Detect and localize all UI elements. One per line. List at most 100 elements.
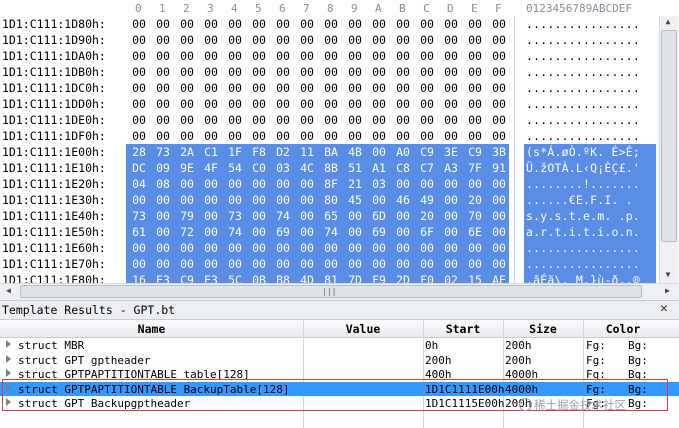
hex-byte[interactable]: 00 xyxy=(392,241,414,255)
hex-byte[interactable]: B8 xyxy=(272,273,294,283)
hex-byte[interactable]: 00 xyxy=(176,193,198,207)
hex-row[interactable]: 1D1:C111:1D80h: 00 00 00 00 00 00 00 00 00 00 00 00 0… xyxy=(0,16,679,32)
hex-byte[interactable]: 00 xyxy=(200,241,222,255)
hex-byte[interactable]: 00 xyxy=(488,17,510,31)
hex-byte[interactable]: 00 xyxy=(320,113,342,127)
hex-byte[interactable]: 00 xyxy=(296,225,318,239)
hex-byte[interactable]: 00 xyxy=(440,33,462,47)
hex-byte[interactable]: 00 xyxy=(248,49,270,63)
hex-byte[interactable]: 00 xyxy=(344,65,366,79)
ascii-text[interactable]: ................ xyxy=(526,81,640,95)
hex-byte[interactable]: 00 xyxy=(464,49,486,63)
hex-byte[interactable]: 00 xyxy=(272,33,294,47)
hex-byte[interactable]: 00 xyxy=(152,225,174,239)
hex-byte[interactable]: 00 xyxy=(200,209,222,223)
hex-byte[interactable]: 8B xyxy=(320,161,342,175)
hex-byte[interactable]: 00 xyxy=(152,129,174,143)
hex-byte[interactable]: 3E xyxy=(440,145,462,159)
hex-byte[interactable]: 4D xyxy=(296,273,318,283)
hex-byte[interactable]: 00 xyxy=(152,113,174,127)
hex-byte[interactable]: 00 xyxy=(128,193,150,207)
hex-byte[interactable]: 00 xyxy=(128,17,150,31)
hex-byte[interactable]: 00 xyxy=(128,33,150,47)
column-header-color[interactable]: Color xyxy=(583,322,663,336)
hex-byte[interactable]: 00 xyxy=(152,81,174,95)
hex-byte[interactable]: 00 xyxy=(416,97,438,111)
hex-byte[interactable]: 00 xyxy=(296,113,318,127)
hex-byte[interactable]: 11 xyxy=(296,145,318,159)
hex-byte[interactable]: 00 xyxy=(176,65,198,79)
hex-byte[interactable]: 00 xyxy=(296,129,318,143)
hex-byte[interactable]: 73 xyxy=(224,209,246,223)
hex-byte[interactable]: 00 xyxy=(344,225,366,239)
hex-byte[interactable]: 00 xyxy=(392,17,414,31)
expand-arrow-icon[interactable] xyxy=(6,354,11,363)
ascii-text[interactable]: ........!....... xyxy=(526,177,640,191)
hex-byte[interactable]: 00 xyxy=(248,193,270,207)
hex-byte[interactable]: 00 xyxy=(464,65,486,79)
hex-byte[interactable]: 00 xyxy=(152,241,174,255)
hex-byte[interactable]: 00 xyxy=(128,241,150,255)
hex-byte[interactable]: 00 xyxy=(440,97,462,111)
hex-row[interactable]: 1D1:C111:1E10h: DC 09 9E 4F 54 C0 03 4C 8B 51 A1 C8 C… xyxy=(0,160,679,176)
hex-byte[interactable]: 8F xyxy=(320,177,342,191)
ascii-text[interactable]: ................ xyxy=(526,17,640,31)
hex-byte[interactable]: 00 xyxy=(224,113,246,127)
hex-byte[interactable]: 65 xyxy=(320,209,342,223)
hex-byte[interactable]: 00 xyxy=(368,193,390,207)
hex-byte[interactable]: 4B xyxy=(344,145,366,159)
hex-byte[interactable]: 28 xyxy=(128,145,150,159)
vertical-scroll-thumb[interactable] xyxy=(661,30,677,242)
hex-byte[interactable]: 00 xyxy=(488,129,510,143)
hex-byte[interactable]: 00 xyxy=(200,81,222,95)
hex-byte[interactable]: 00 xyxy=(344,209,366,223)
hex-byte[interactable]: D2 xyxy=(272,145,294,159)
ascii-text[interactable]: ................ xyxy=(526,97,640,111)
hex-byte[interactable]: 00 xyxy=(272,17,294,31)
hex-byte[interactable]: AE xyxy=(488,273,510,283)
hex-byte[interactable]: F0 xyxy=(416,273,438,283)
hex-byte[interactable]: DC xyxy=(128,161,150,175)
hex-byte[interactable]: 00 xyxy=(416,49,438,63)
hex-byte[interactable]: 00 xyxy=(488,65,510,79)
hex-byte[interactable]: 00 xyxy=(248,17,270,31)
hex-byte[interactable]: 79 xyxy=(176,209,198,223)
ascii-text[interactable]: (s*Á.øÒ.ºK. É>É; xyxy=(526,145,640,159)
hex-byte[interactable]: 00 xyxy=(272,81,294,95)
hex-byte[interactable]: 4C xyxy=(296,161,318,175)
hex-byte[interactable]: 00 xyxy=(344,97,366,111)
hex-byte[interactable]: 00 xyxy=(416,257,438,271)
ascii-text[interactable]: ................ xyxy=(526,65,640,79)
hex-byte[interactable]: 6E xyxy=(464,225,486,239)
hex-byte[interactable]: 00 xyxy=(272,65,294,79)
hex-byte[interactable]: 00 xyxy=(272,129,294,143)
hex-byte[interactable]: A0 xyxy=(392,145,414,159)
hex-byte[interactable]: 00 xyxy=(296,97,318,111)
hex-byte[interactable]: 00 xyxy=(392,33,414,47)
hex-byte[interactable]: 2A xyxy=(176,145,198,159)
hex-byte[interactable]: 73 xyxy=(152,145,174,159)
scroll-right-icon[interactable]: ▶ xyxy=(665,286,670,295)
ascii-text[interactable]: ................ xyxy=(526,257,640,271)
hex-byte[interactable]: 00 xyxy=(296,177,318,191)
hex-byte[interactable]: 81 xyxy=(320,273,342,283)
hex-byte[interactable]: C7 xyxy=(416,161,438,175)
hex-byte[interactable]: 00 xyxy=(320,81,342,95)
ascii-text[interactable]: Ü.žOTÀ.L‹Q¡ÈÇ£.' xyxy=(526,161,640,175)
hex-byte[interactable]: 00 xyxy=(200,257,222,271)
hex-byte[interactable]: 00 xyxy=(440,17,462,31)
hex-byte[interactable]: 70 xyxy=(464,209,486,223)
hex-byte[interactable]: 00 xyxy=(152,97,174,111)
hex-byte[interactable]: C9 xyxy=(176,273,198,283)
hex-byte[interactable]: 00 xyxy=(176,177,198,191)
hex-byte[interactable]: 00 xyxy=(248,129,270,143)
ascii-text[interactable]: ................ xyxy=(526,129,640,143)
hex-byte[interactable]: 21 xyxy=(344,177,366,191)
hex-byte[interactable]: 00 xyxy=(128,113,150,127)
hex-byte[interactable]: 00 xyxy=(344,33,366,47)
hex-byte[interactable]: 00 xyxy=(224,81,246,95)
hex-byte[interactable]: 9E xyxy=(176,161,198,175)
hex-byte[interactable]: 00 xyxy=(488,225,510,239)
ascii-text[interactable]: ................ xyxy=(526,241,640,255)
hex-byte[interactable]: 00 xyxy=(320,33,342,47)
